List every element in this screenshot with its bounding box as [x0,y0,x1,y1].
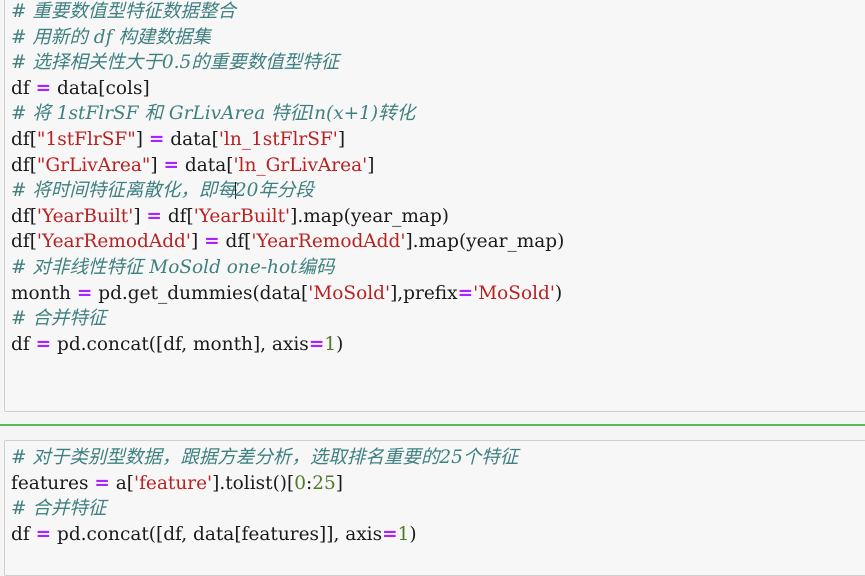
code-token-cm: # 选择相关性大于0.5的重要数值型特征 [11,52,340,74]
code-token-pl: ] [367,154,375,176]
code-token-cm: # 将 1stFlrSF 和 GrLivArea 特征ln(x+1)转化 [11,103,416,125]
code-token-pl: ] [133,205,147,227]
code-token-st: 'YearRemodAdd' [251,231,406,253]
code-token-pl: df [11,77,36,99]
code-line: # 重要数值型特征数据整合 [11,0,865,25]
code-token-pl: df[ [11,205,37,227]
code-token-op: = [308,333,325,355]
code-token-st: 'ln_GrLivArea' [233,154,368,176]
code-cell-2-source[interactable]: # 对于类别型数据，跟据方差分析，选取排名重要的25个特征 features = … [11,445,865,547]
code-token-st: 'YearRemodAdd' [36,231,191,253]
code-token-cm: # 合并特征 [11,308,107,330]
code-token-pl: month [11,282,77,304]
code-token-op: = [146,205,162,227]
code-token-cm: # 对非线性特征 MoSold one-hot编码 [11,256,335,278]
code-token-pl: pd.concat([df, month], axis [51,333,309,355]
code-token-nu: 1 [324,333,337,355]
code-token-pl: features [11,472,95,494]
code-line: df['YearRemodAdd'] = df['YearRemodAdd'].… [11,229,865,255]
code-token-pl: ].tolist()[ [212,472,295,494]
code-token-st: 'MoSold' [473,282,555,304]
code-token-op: = [76,282,93,304]
code-token-nu: 25 [312,472,336,494]
code-token-op: = [35,333,52,355]
cell-divider [0,424,865,426]
code-line: # 选择相关性大于0.5的重要数值型特征 [11,50,865,76]
code-line: df = data[cols] [11,76,865,102]
code-token-st: "1stFlrSF" [36,128,136,150]
code-token-pl: df[ [11,231,37,253]
code-line: df["1stFlrSF"] = data['ln_1stFlrSF'] [11,127,865,153]
code-token-op: = [457,282,474,304]
code-token-pl: df[ [161,205,194,227]
code-token-pl: ] [190,231,205,253]
code-token-pl: ],prefix [390,282,458,304]
code-token-pl: ].map(year_map) [290,205,450,227]
code-token-st: "GrLivArea" [36,154,151,176]
code-token-pl: a[ [109,472,134,494]
code-token-pl: ] [135,128,149,150]
code-line: df['YearBuilt'] = df['YearBuilt'].map(ye… [11,204,865,230]
code-token-cm: # 将时间特征离散化，即每 [11,180,236,202]
code-token-pl: ] [337,128,346,150]
code-line: df = pd.concat([df, month], axis=1) [11,332,865,358]
code-line: # 将时间特征离散化，即每20年分段 [11,178,865,204]
code-token-cm: # 重要数值型特征数据整合 [11,1,236,22]
code-token-pl: ) [554,282,563,304]
code-line: # 合并特征 [11,306,865,332]
code-token-pl: pd.get_dummies(data[ [92,282,309,304]
code-token-pl: ] [335,472,344,494]
code-line: df = pd.concat([df, data[features]], axi… [11,522,865,548]
code-token-pl: df [11,333,36,355]
code-token-cm: 20年分段 [234,180,314,202]
code-cell-1-source[interactable]: # 重要数值型特征数据整合 # 用新的 df 构建数据集 # 选择相关性大于0.5的… [11,0,865,357]
code-cell-2[interactable]: # 对于类别型数据，跟据方差分析，选取排名重要的25个特征 features = … [4,440,865,576]
code-token-pl: df[ [11,128,37,150]
code-token-op: = [94,472,110,494]
code-token-cm: # 合并特征 [11,498,107,520]
code-line: # 对非线性特征 MoSold one-hot编码 [11,255,865,281]
code-token-op: = [382,523,398,545]
code-token-pl: data[ [179,154,234,176]
code-token-pl: ].map(year_map) [405,231,565,253]
code-line: # 用新的 df 构建数据集 [11,25,865,51]
code-token-pl: df [11,523,36,545]
code-token-st: 'feature' [134,472,213,494]
code-line: month = pd.get_dummies(data['MoSold'],pr… [11,281,865,307]
code-token-cm: # 用新的 df 构建数据集 [11,26,211,48]
code-token-pl: data[ [164,128,219,150]
code-token-nu: 0 [294,472,307,494]
code-line: # 将 1stFlrSF 和 GrLivArea 特征ln(x+1)转化 [11,101,865,127]
code-token-st: 'MoSold' [308,282,391,304]
code-token-pl: ) [409,523,417,545]
code-token-pl: ] [150,154,164,176]
code-line: df["GrLivArea"] = data['ln_GrLivArea'] [11,153,865,179]
code-token-pl: ) [336,333,344,355]
code-token-st: 'YearBuilt' [193,205,291,227]
code-token-cm: # 对于类别型数据，跟据方差分析，选取排名重要的25个特征 [11,447,519,468]
code-token-pl: df[ [11,154,37,176]
code-token-nu: 1 [397,523,410,545]
code-token-op: = [148,128,165,150]
code-line: # 对于类别型数据，跟据方差分析，选取排名重要的25个特征 [11,445,865,471]
code-token-pl: df[ [219,231,252,253]
code-token-op: = [35,77,52,99]
code-line: # 合并特征 [11,496,865,522]
code-token-pl: pd.concat([df, data[features]], axis [51,523,383,545]
code-token-pl: data[cols] [51,77,150,99]
code-line: features = a['feature'].tolist()[0:25] [11,471,865,497]
code-token-op: = [163,154,180,176]
code-token-op: = [35,523,52,545]
code-token-st: 'ln_1stFlrSF' [218,128,338,150]
code-cell-1[interactable]: # 重要数值型特征数据整合 # 用新的 df 构建数据集 # 选择相关性大于0.5的… [4,0,865,412]
code-token-op: = [204,231,220,253]
code-token-st: 'YearBuilt' [36,205,134,227]
notebook-container: # 重要数值型特征数据整合 # 用新的 df 构建数据集 # 选择相关性大于0.5的… [0,0,865,576]
